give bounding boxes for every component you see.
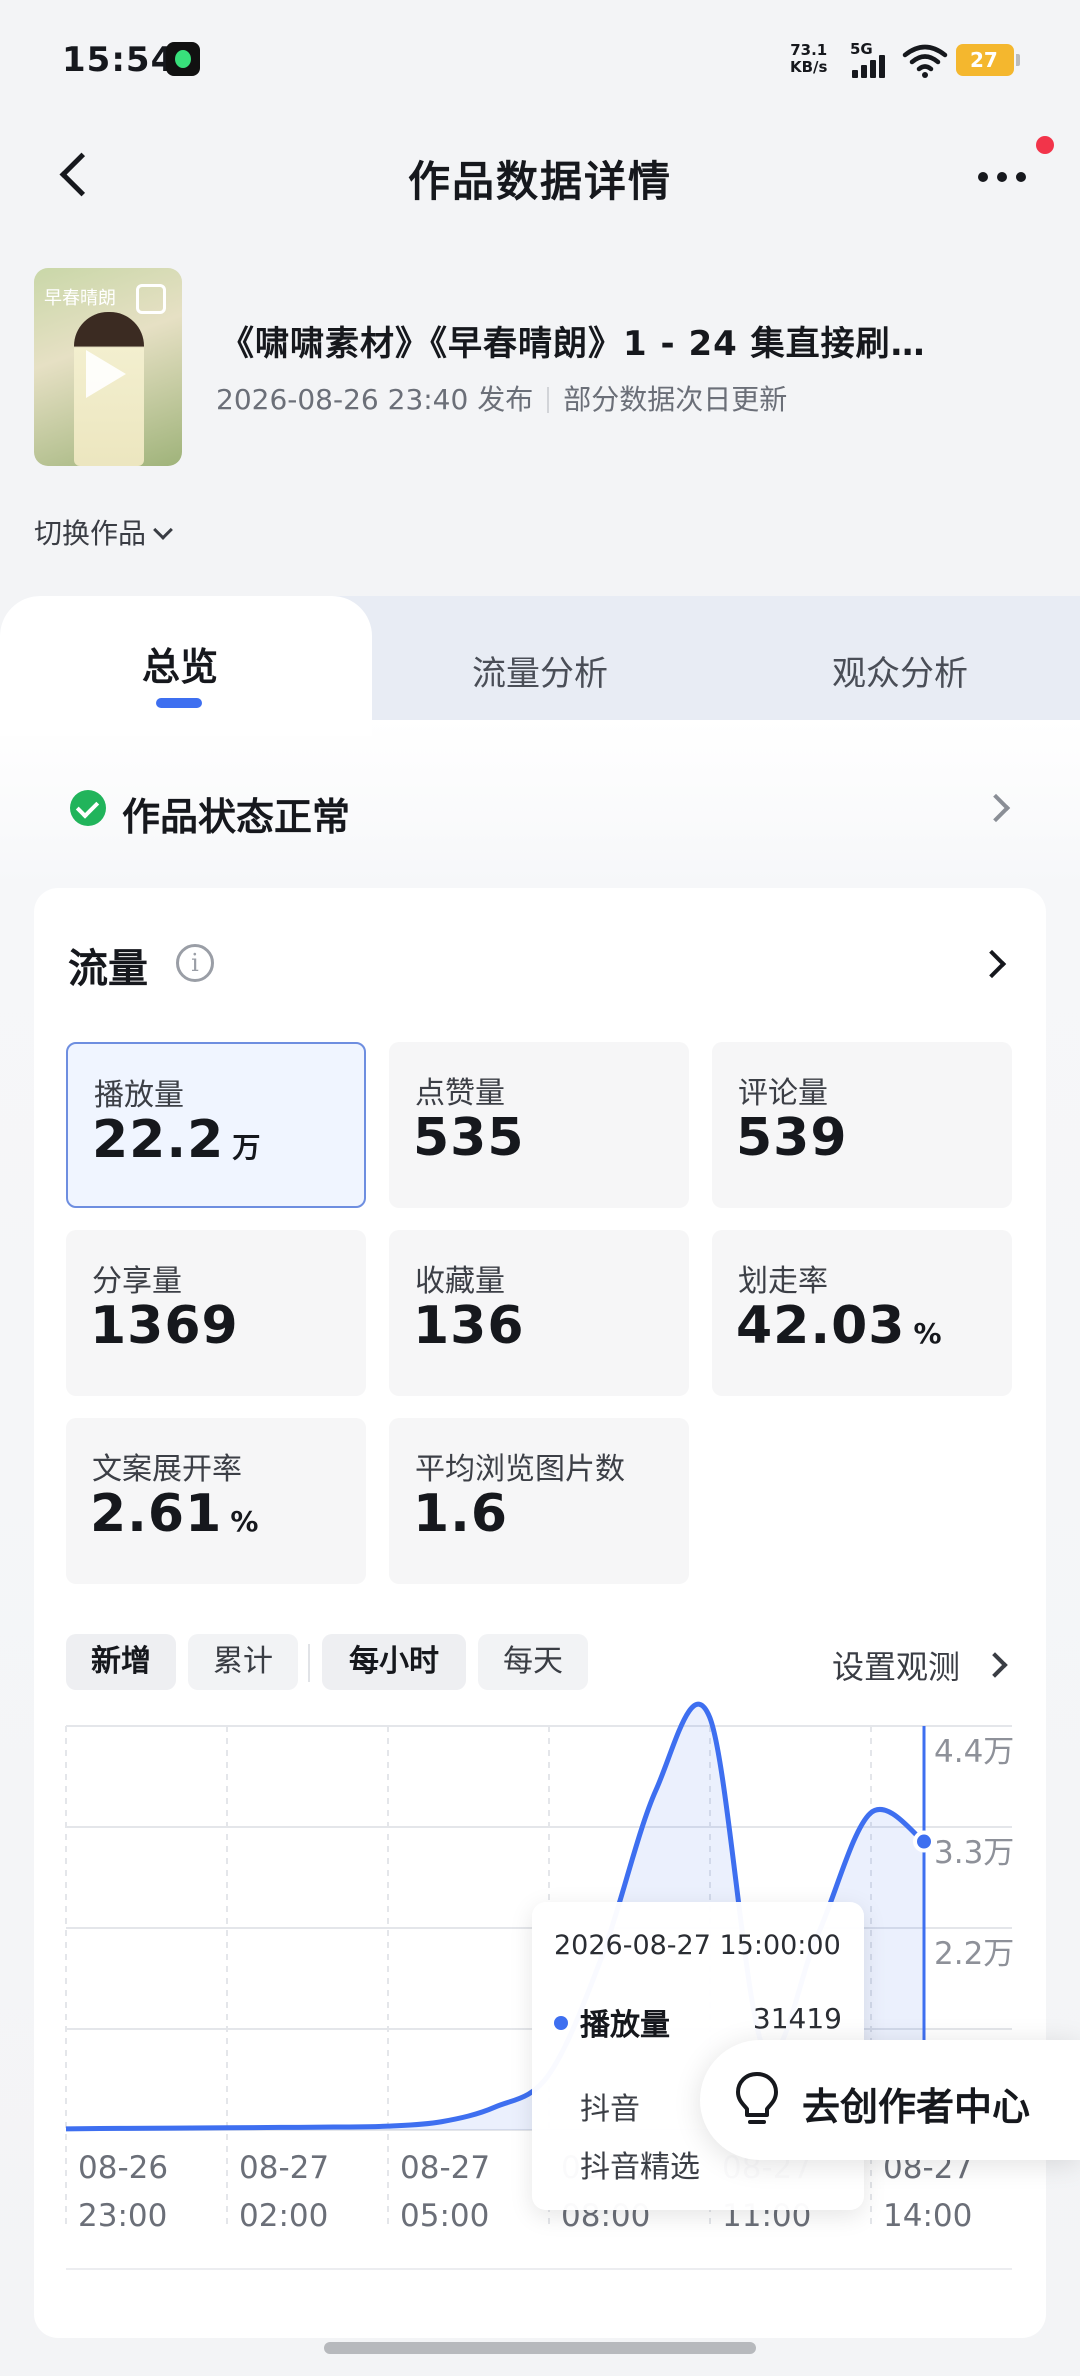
- work-thumbnail[interactable]: 早春晴朗: [34, 268, 182, 466]
- metric-swipe-rate[interactable]: 划走率 42.03%: [712, 1230, 1012, 1396]
- chevron-right-icon: [981, 793, 1011, 823]
- metric-caption-expand-rate[interactable]: 文案展开率 2.61%: [66, 1418, 366, 1584]
- traffic-title: 流量: [68, 946, 148, 992]
- wifi-icon: [902, 44, 948, 78]
- set-observe-button[interactable]: 设置观测: [832, 1642, 960, 1688]
- multi-image-icon: [136, 284, 166, 314]
- series-dot: [554, 2016, 568, 2030]
- update-note: 部分数据次日更新: [563, 383, 788, 416]
- tab-traffic-analysis[interactable]: 流量分析: [390, 646, 690, 695]
- chevron-down-icon: [153, 520, 173, 540]
- notification-dot: [1036, 136, 1054, 154]
- play-icon: [86, 350, 126, 398]
- battery-icon: 27: [956, 44, 1020, 76]
- home-indicator: [324, 2342, 756, 2354]
- metric-favorites[interactable]: 收藏量 136: [389, 1230, 689, 1396]
- metric-value: 535: [413, 1108, 525, 1168]
- metric-label: 文案展开率: [92, 1452, 242, 1487]
- metric-label: 播放量: [94, 1078, 184, 1113]
- work-status-text: 作品状态正常: [122, 795, 351, 839]
- metric-value: 2.61%: [90, 1484, 260, 1544]
- nav-bar: 作品数据详情: [0, 120, 1080, 230]
- work-title: 《啸啸素材》《早春晴朗》1 - 24 集直接刷…: [220, 324, 926, 364]
- chevron-right-icon[interactable]: [977, 949, 1007, 979]
- divider: [66, 2268, 1012, 2270]
- check-circle-icon: [70, 790, 106, 826]
- work-status-row[interactable]: 作品状态正常: [34, 760, 1046, 856]
- metric-avg-images-viewed[interactable]: 平均浏览图片数 1.6: [389, 1418, 689, 1584]
- metric-value: 1369: [90, 1296, 239, 1356]
- metric-label: 评论量: [738, 1076, 828, 1111]
- info-icon[interactable]: i: [176, 944, 214, 982]
- switch-work-button[interactable]: 切换作品: [34, 512, 173, 552]
- chip-hourly[interactable]: 每小时: [322, 1634, 466, 1690]
- tooltip-source-featured: 抖音精选: [580, 2150, 700, 2185]
- tooltip-time: 2026-08-27 15:00:00: [554, 1930, 841, 1961]
- tab-indicator: [156, 698, 202, 708]
- metric-value: 539: [736, 1108, 848, 1168]
- metric-label: 点赞量: [415, 1076, 505, 1111]
- publish-time: 2026-08-26 23:40 发布: [216, 383, 534, 416]
- switch-work-label: 切换作品: [34, 517, 147, 550]
- signal-icon: 5G: [850, 40, 894, 80]
- page-title: 作品数据详情: [407, 157, 672, 206]
- tooltip-series-label: 播放量: [580, 2008, 670, 2043]
- chip-cumulative[interactable]: 累计: [188, 1634, 298, 1690]
- metric-label: 划走率: [738, 1264, 828, 1299]
- metric-likes[interactable]: 点赞量 535: [389, 1042, 689, 1208]
- metric-label: 收藏量: [415, 1264, 505, 1299]
- work-info[interactable]: 早春晴朗 《啸啸素材》《早春晴朗》1 - 24 集直接刷… 2026-08-26…: [34, 268, 1054, 468]
- metric-label: 分享量: [92, 1264, 182, 1299]
- metric-comments[interactable]: 评论量 539: [712, 1042, 1012, 1208]
- meta-divider: [547, 387, 550, 413]
- app-notification-icon: [166, 42, 200, 76]
- metric-value: 42.03%: [736, 1296, 943, 1356]
- chip-daily[interactable]: 每天: [478, 1634, 588, 1690]
- creator-center-label: 去创作者中心: [802, 2085, 1031, 2129]
- work-meta: 2026-08-26 23:40 发布 部分数据次日更新: [216, 378, 787, 418]
- lightbulb-icon: [736, 2072, 778, 2124]
- tab-overview[interactable]: 总览: [30, 636, 330, 691]
- network-type: 5G: [850, 40, 873, 58]
- tab-audience-analysis[interactable]: 观众分析: [750, 646, 1050, 695]
- chip-divider: [308, 1644, 310, 1682]
- network-speed: 73.1 KB/s: [790, 41, 828, 76]
- metric-label: 平均浏览图片数: [415, 1452, 625, 1487]
- more-dots-icon: [978, 172, 988, 182]
- metric-value: 22.2 万: [92, 1110, 262, 1170]
- metric-value: 136: [413, 1296, 525, 1356]
- status-bar: 15:54 73.1 KB/s 5G 27: [0, 0, 1080, 120]
- more-button[interactable]: [970, 156, 1034, 196]
- chip-new[interactable]: 新增: [66, 1634, 176, 1690]
- tooltip-source-douyin: 抖音: [580, 2092, 640, 2127]
- metric-shares[interactable]: 分享量 1369: [66, 1230, 366, 1396]
- thumbnail-label: 早春晴朗: [44, 288, 116, 309]
- tooltip-value: 31419: [752, 2002, 842, 2035]
- metric-plays[interactable]: 播放量 22.2 万: [66, 1042, 366, 1208]
- creator-center-button[interactable]: 去创作者中心: [700, 2040, 1080, 2160]
- status-time: 15:54: [62, 40, 176, 80]
- metric-value: 1.6: [413, 1484, 509, 1544]
